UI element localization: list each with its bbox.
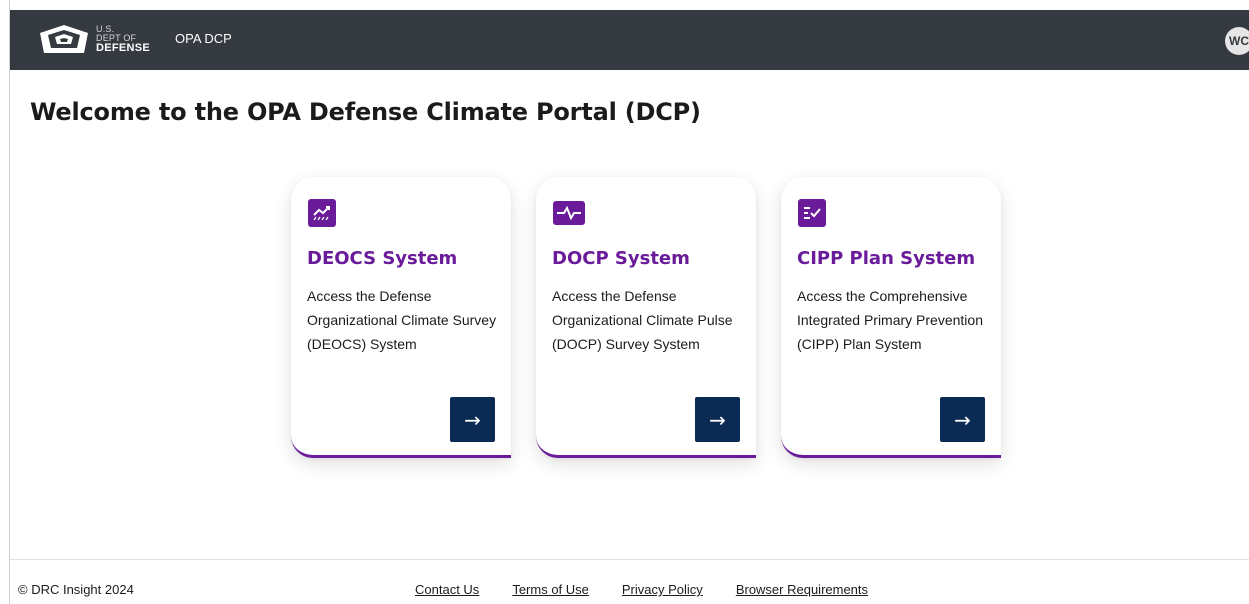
- top-navbar: U.S. DEPT OF DEFENSE OPA DCP WC: [10, 10, 1249, 70]
- open-deocs-button[interactable]: →: [450, 397, 495, 442]
- user-avatar[interactable]: WC: [1225, 27, 1249, 55]
- chart-trend-icon: [308, 199, 336, 227]
- footer-links: Contact Us Terms of Use Privacy Policy B…: [415, 582, 868, 597]
- page-title: Welcome to the OPA Defense Climate Porta…: [30, 98, 701, 126]
- app-name[interactable]: OPA DCP: [175, 31, 232, 46]
- window-frame: [0, 0, 10, 604]
- card-title: DOCP System: [552, 248, 690, 269]
- browser-requirements-link[interactable]: Browser Requirements: [736, 582, 868, 597]
- open-docp-button[interactable]: →: [695, 397, 740, 442]
- arrow-right-icon: →: [954, 407, 971, 432]
- card-title: CIPP Plan System: [797, 248, 976, 269]
- privacy-policy-link[interactable]: Privacy Policy: [622, 582, 703, 597]
- checklist-icon: [798, 199, 826, 227]
- arrow-right-icon: →: [709, 407, 726, 432]
- seal-line-3: DEFENSE: [96, 42, 151, 54]
- card-description: Access the Defense Organizational Climat…: [552, 288, 733, 352]
- copyright-text: © DRC Insight 2024: [18, 582, 134, 597]
- footer-divider: [10, 559, 1249, 560]
- open-cipp-button[interactable]: →: [940, 397, 985, 442]
- card-title: DEOCS System: [307, 248, 458, 269]
- terms-of-use-link[interactable]: Terms of Use: [512, 582, 589, 597]
- card-description: Access the Defense Organizational Climat…: [307, 288, 497, 352]
- pulse-icon: [553, 201, 585, 225]
- pentagon-logo-icon[interactable]: [34, 23, 94, 57]
- dod-wordmark: U.S. DEPT OF DEFENSE: [96, 25, 151, 54]
- deocs-system-card[interactable]: DEOCS System Access the Defense Organiza…: [291, 177, 511, 458]
- contact-us-link[interactable]: Contact Us: [415, 582, 479, 597]
- card-description: Access the Comprehensive Integrated Prim…: [797, 288, 983, 352]
- cipp-plan-system-card[interactable]: CIPP Plan System Access the Comprehensiv…: [781, 177, 1001, 458]
- arrow-right-icon: →: [464, 407, 481, 432]
- docp-system-card[interactable]: DOCP System Access the Defense Organizat…: [536, 177, 756, 458]
